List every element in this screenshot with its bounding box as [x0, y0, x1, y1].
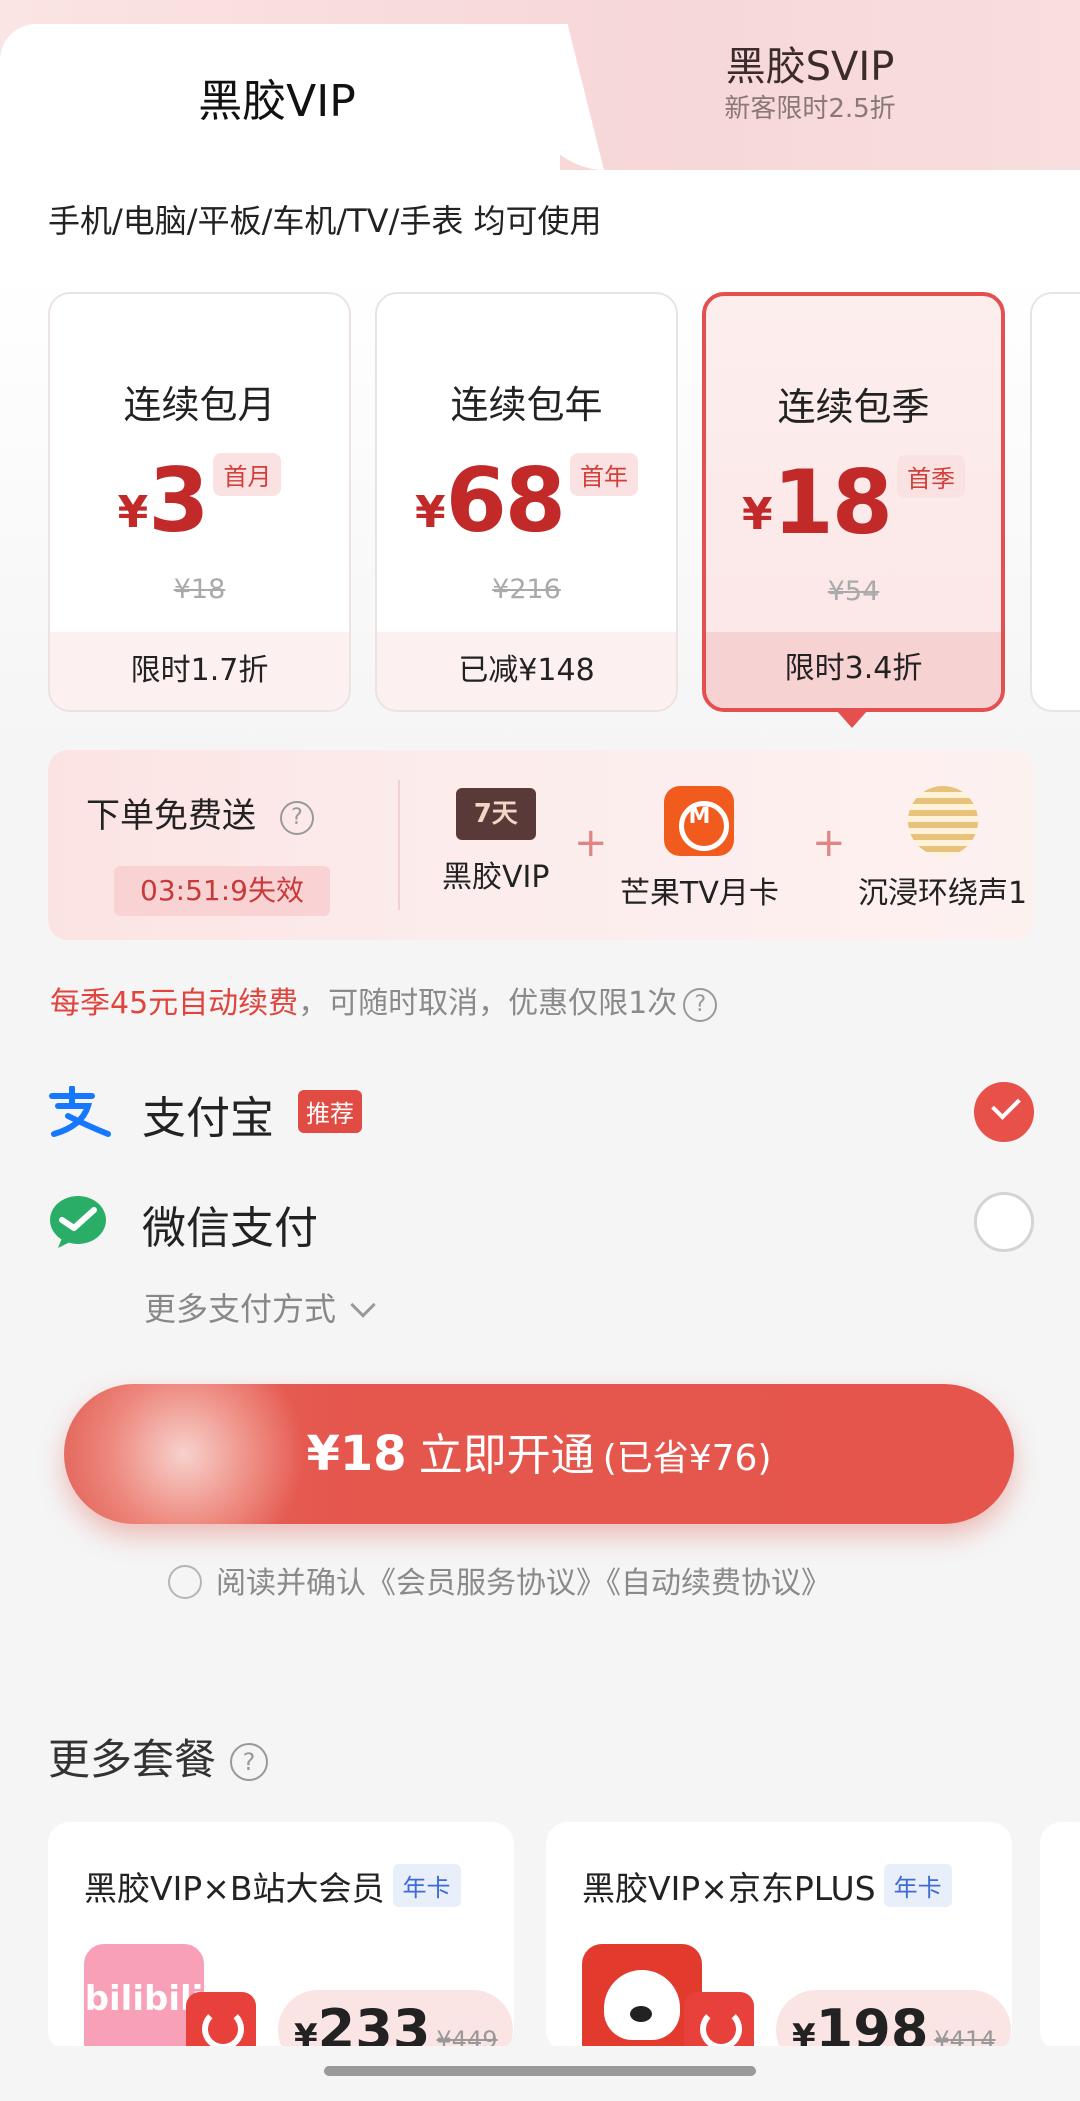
tab-vip[interactable]: 黑胶VIP	[0, 24, 560, 170]
subscribe-button[interactable]: ¥18 立即开通 (已省¥76)	[64, 1384, 1014, 1524]
plan-badge: 首季	[897, 455, 966, 498]
payment-radio-selected[interactable]	[974, 1082, 1034, 1142]
agreement-checkbox[interactable]	[168, 1565, 202, 1599]
plan-name: 连续包月	[123, 383, 276, 427]
agreement[interactable]: 阅读并确认《会员服务协议》《自动续费协议》	[168, 1558, 831, 1602]
gift-item-mango: 芒果TV月卡	[620, 786, 779, 912]
alipay-icon	[49, 1086, 111, 1137]
gift-item-label: 芒果TV月卡	[620, 876, 779, 911]
package-tag: 年卡	[883, 1864, 952, 1907]
cta-text: 立即开通	[418, 1430, 595, 1481]
plus-icon: +	[812, 820, 846, 866]
selected-plan-pointer	[836, 710, 868, 728]
devices-note: 手机/电脑/平板/车机/TV/手表 均可使用	[48, 202, 602, 240]
plan-price-value: 3	[148, 449, 209, 552]
cta-price: ¥18	[306, 1426, 407, 1482]
gift-countdown: 03:51:9失效	[114, 866, 330, 916]
plan-price-value: 18	[772, 451, 893, 554]
package-name-text: 黑胶VIP×B站大会员	[84, 1869, 385, 1908]
plan-name: 连续包季	[777, 385, 930, 429]
plan-original-price: ¥18	[173, 574, 226, 605]
gift-title: 下单免费送?	[86, 788, 314, 837]
agreement-text: 阅读并确认《会员服务协议》《自动续费协议》	[216, 1566, 831, 1601]
netease-music-icon	[684, 1992, 754, 2052]
payment-label: 微信支付	[142, 1203, 318, 1254]
tab-svip-subtitle: 新客限时2.5折	[724, 94, 896, 124]
plan-price: ¥3 首月	[50, 449, 349, 552]
payment-label: 支付宝	[142, 1093, 274, 1144]
mango-tv-icon	[664, 786, 735, 856]
gift-title-text: 下单免费送	[86, 796, 256, 836]
package-name: 黑胶VIP×B站大会员 年卡	[84, 1862, 461, 1910]
plan-footer: 限时3.4折	[706, 632, 1001, 708]
cta-saved: (已省¥76)	[602, 1438, 772, 1479]
renew-text: ，可随时取消，优惠仅限1次	[298, 986, 678, 1021]
help-icon[interactable]: ?	[230, 1743, 269, 1781]
package-card-jd[interactable]: 黑胶VIP×京东PLUS 年卡 ¥198 ¥414	[546, 1822, 1012, 2052]
payment-radio[interactable]	[974, 1192, 1034, 1252]
help-icon[interactable]: ?	[280, 800, 314, 835]
more-payment-label: 更多支付方式	[144, 1290, 337, 1328]
surround-sound-icon	[907, 786, 978, 856]
plan-price: ¥18 首季	[706, 451, 1001, 554]
netease-music-icon	[186, 1992, 256, 2052]
tab-svip-label: 黑胶SVIP	[725, 44, 895, 90]
plan-price: ¥68 首年	[377, 449, 676, 552]
package-name: 黑胶VIP×京东PLUS 年卡	[582, 1862, 952, 1910]
package-tag: 年卡	[392, 1864, 461, 1907]
package-card-next[interactable]	[1040, 1822, 1080, 2052]
gift-item-label: 黑胶VIP	[442, 860, 550, 895]
plan-original-price: ¥216	[492, 574, 561, 605]
gift-item-label: 沉浸环绕声1	[858, 876, 1028, 911]
plan-badge: 首年	[570, 453, 639, 496]
tab-vip-label: 黑胶VIP	[198, 76, 356, 127]
more-payment-methods[interactable]: 更多支付方式	[144, 1284, 376, 1330]
home-indicator[interactable]	[324, 2066, 756, 2076]
wechat-pay-icon	[50, 1196, 106, 1248]
plus-icon: +	[574, 820, 608, 866]
package-price: ¥233 ¥449	[278, 1990, 514, 2052]
plan-card-monthly[interactable]: 连续包月 ¥3 首月 ¥18 限时1.7折	[48, 292, 351, 712]
plan-footer: 已减¥148	[377, 632, 676, 710]
plan-badge: 首月	[213, 453, 282, 496]
help-icon[interactable]: ?	[683, 987, 718, 1022]
currency-symbol: ¥	[414, 487, 446, 538]
currency-symbol: ¥	[741, 489, 773, 540]
payment-option-wechat[interactable]: 微信支付	[48, 1182, 1034, 1262]
plan-name: 连续包年	[450, 383, 603, 427]
package-name-text: 黑胶VIP×京东PLUS	[582, 1869, 876, 1908]
tab-svip[interactable]: 黑胶SVIP 新客限时2.5折	[640, 42, 980, 142]
renew-highlight: 每季45元自动续费	[50, 986, 299, 1021]
divider	[398, 780, 400, 910]
package-card-bilibili[interactable]: 黑胶VIP×B站大会员 年卡 bilibili ¥233 ¥449	[48, 1822, 514, 2052]
plan-card-yearly[interactable]: 连续包年 ¥68 首年 ¥216 已减¥148	[375, 292, 678, 712]
package-price-value: 198	[815, 1998, 929, 2052]
recommended-badge: 推荐	[298, 1090, 362, 1133]
plan-card-next[interactable]	[1030, 292, 1080, 712]
currency-symbol: ¥	[117, 487, 149, 538]
plan-price-value: 68	[445, 449, 566, 552]
package-price-value: 233	[317, 1998, 431, 2052]
section-title: 更多套餐	[48, 1735, 217, 1784]
more-packages-title: 更多套餐?	[48, 1726, 269, 1787]
auto-renew-note: 每季45元自动续费，可随时取消，优惠仅限1次?	[50, 978, 718, 1022]
gift-banner: 下单免费送? 03:51:9失效 7天 黑胶VIP 芒果TV月卡 沉浸环绕声1	[48, 750, 1034, 940]
gift-item-vip: 7天 黑胶VIP	[442, 788, 549, 896]
chevron-down-icon	[350, 1292, 376, 1318]
gift-item-sound: 沉浸环绕声1	[858, 786, 1027, 912]
gift-info: 下单免费送? 03:51:9失效	[48, 750, 398, 940]
plan-card-quarterly[interactable]: 连续包季 ¥18 首季 ¥54 限时3.4折	[702, 292, 1005, 712]
plan-footer: 限时1.7折	[50, 632, 349, 710]
payment-option-alipay[interactable]: 支付宝 推荐	[48, 1072, 1034, 1152]
plan-original-price: ¥54	[827, 576, 880, 607]
vip-7day-icon: 7天	[455, 788, 536, 840]
package-price: ¥198 ¥414	[776, 1990, 1012, 2052]
